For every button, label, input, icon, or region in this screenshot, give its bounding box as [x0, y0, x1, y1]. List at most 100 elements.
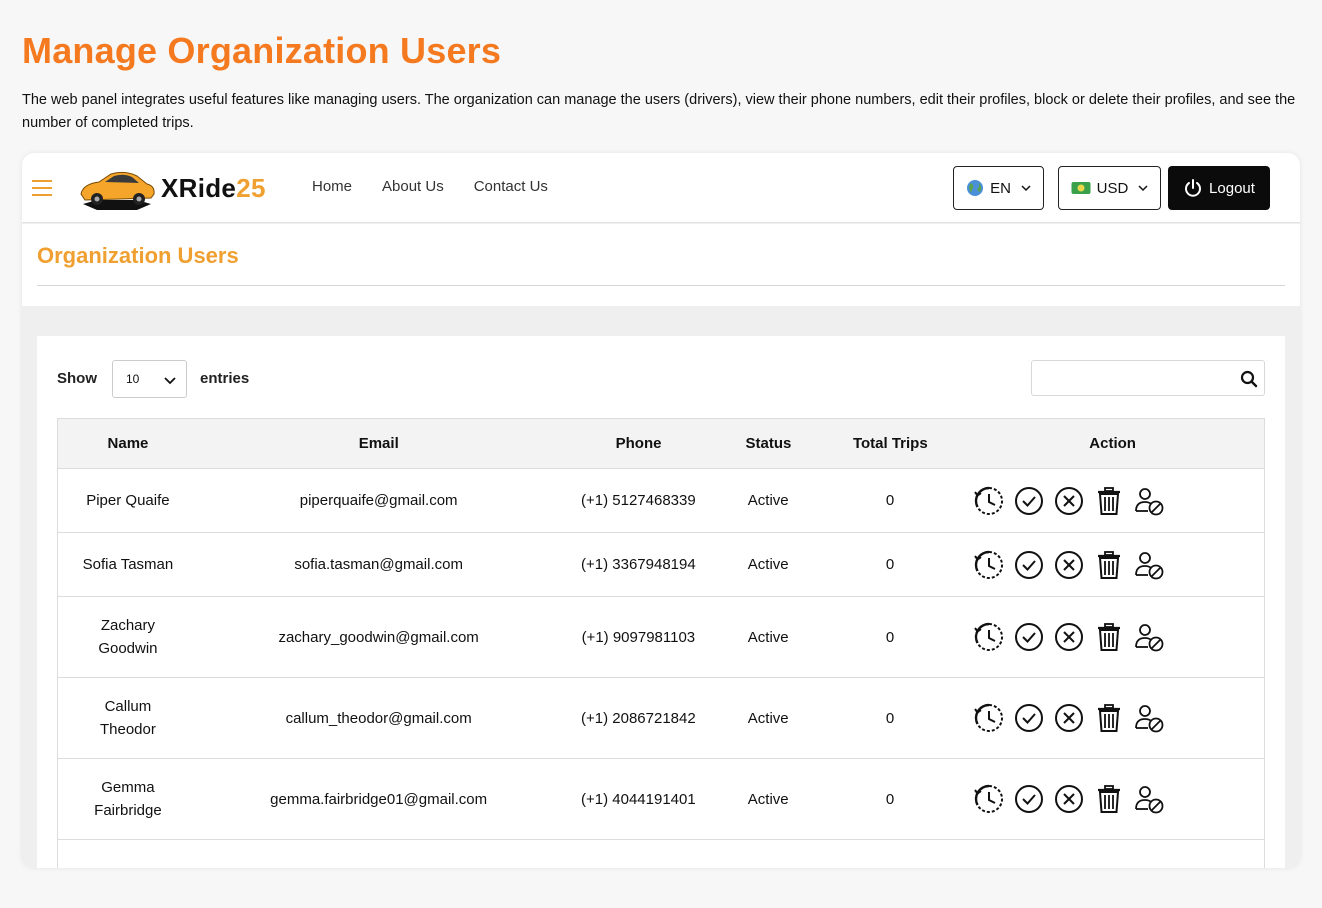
- cell-total-trips: 0: [819, 533, 961, 596]
- hamburger-menu-icon[interactable]: [32, 180, 52, 196]
- cell-status-text: Active: [747, 790, 789, 808]
- cell-status-text: Active: [747, 492, 789, 509]
- nav-link-home[interactable]: Home: [312, 178, 352, 195]
- cell-total-trips: 0: [819, 759, 961, 839]
- cell-email: sofia.tasman@gmail.com: [198, 533, 560, 596]
- cell-phone-text: (+1) 5127468339: [581, 492, 696, 509]
- block-user-icon[interactable]: [1133, 783, 1165, 815]
- nav-link-about[interactable]: About Us: [382, 178, 444, 195]
- delete-icon[interactable]: [1093, 702, 1125, 734]
- history-icon[interactable]: [973, 621, 1005, 653]
- logout-button[interactable]: Logout: [1168, 166, 1270, 210]
- cell-status: Active: [717, 533, 819, 596]
- cell-phone: (+1) 2086721842: [559, 678, 717, 758]
- cell-status: Active: [717, 759, 819, 839]
- page-title: Manage Organization Users: [22, 30, 502, 71]
- history-icon[interactable]: [973, 702, 1005, 734]
- action-buttons: [961, 549, 1264, 581]
- cell-name: Zachary Goodwin: [58, 597, 198, 677]
- cell-status-text: Active: [747, 556, 789, 573]
- cell-total-trips: 0: [819, 597, 961, 677]
- cell-email: callum_theodor@gmail.com: [198, 678, 560, 758]
- cell-name-text: Sofia Tasman: [82, 556, 174, 573]
- header-email[interactable]: Email: [198, 419, 560, 468]
- block-user-icon[interactable]: [1133, 485, 1165, 517]
- reject-icon[interactable]: [1053, 621, 1085, 653]
- cell-email-text: zachary_goodwin@gmail.com: [278, 628, 479, 646]
- delete-icon[interactable]: [1093, 621, 1125, 653]
- cell-total-trips-text: 0: [885, 556, 895, 573]
- nav-links: Home About Us Contact Us: [312, 178, 548, 195]
- currency-selector[interactable]: USD: [1058, 166, 1161, 210]
- block-user-icon[interactable]: [1133, 549, 1165, 581]
- power-icon: [1185, 179, 1202, 197]
- money-icon: [1071, 182, 1091, 194]
- cell-status: Active: [717, 678, 819, 758]
- cell-total-trips-text: 0: [885, 790, 895, 808]
- cell-status-text: Active: [747, 709, 789, 727]
- header-total-trips[interactable]: Total Trips: [819, 419, 961, 468]
- language-selector[interactable]: EN: [953, 166, 1044, 210]
- navbar: XRide25 Home About Us Contact Us EN USD: [22, 153, 1300, 223]
- cell-phone-text: (+1) 4044191401: [581, 790, 696, 808]
- search-icon[interactable]: [1240, 370, 1258, 388]
- cell-actions: [961, 533, 1264, 596]
- cell-total-trips-text: 0: [885, 492, 895, 509]
- approve-icon[interactable]: [1013, 485, 1045, 517]
- history-icon[interactable]: [973, 549, 1005, 581]
- reject-icon[interactable]: [1053, 549, 1085, 581]
- header-phone[interactable]: Phone: [560, 419, 718, 468]
- cell-status: Active: [717, 597, 819, 677]
- table-row: Zachary Goodwin zachary_goodwin@gmail.com…: [58, 597, 1264, 678]
- approve-icon[interactable]: [1013, 621, 1045, 653]
- approve-icon[interactable]: [1013, 783, 1045, 815]
- users-table: Name Email Phone Status Total Trips Acti…: [57, 418, 1265, 868]
- section-header: Organization Users: [22, 224, 1300, 306]
- brand-logo[interactable]: XRide25: [77, 163, 266, 213]
- reject-icon[interactable]: [1053, 702, 1085, 734]
- search-input[interactable]: [1032, 361, 1232, 395]
- header-status[interactable]: Status: [717, 419, 819, 468]
- header-name[interactable]: Name: [58, 419, 198, 468]
- nav-link-contact[interactable]: Contact Us: [474, 178, 548, 195]
- app-panel: XRide25 Home About Us Contact Us EN USD: [22, 153, 1300, 868]
- cell-total-trips-text: 0: [885, 709, 895, 727]
- globe-icon: [967, 180, 984, 196]
- reject-icon[interactable]: [1053, 485, 1085, 517]
- entries-select[interactable]: 10: [112, 360, 187, 398]
- approve-icon[interactable]: [1013, 549, 1045, 581]
- block-user-icon[interactable]: [1133, 702, 1165, 734]
- history-icon[interactable]: [973, 783, 1005, 815]
- cell-actions: [961, 678, 1264, 758]
- table-row: [58, 840, 1264, 868]
- table-row: Sofia Tasman sofia.tasman@gmail.com (+1) 3…: [58, 533, 1264, 597]
- cell-phone: (+1) 3367948194: [559, 533, 717, 596]
- page-description: The web panel integrates useful features…: [22, 92, 1296, 131]
- cell-name: Piper Quaife: [58, 469, 198, 532]
- entries-label: entries: [200, 370, 250, 387]
- action-buttons: [961, 783, 1264, 815]
- delete-icon[interactable]: [1093, 783, 1125, 815]
- cell-email: zachary_goodwin@gmail.com: [198, 597, 560, 677]
- history-icon[interactable]: [973, 485, 1005, 517]
- cell-email: piperquaife@gmail.com: [198, 469, 560, 532]
- delete-icon[interactable]: [1093, 549, 1125, 581]
- cell-phone-text: (+1) 3367948194: [581, 556, 696, 573]
- cell-status: Active: [717, 469, 819, 532]
- reject-icon[interactable]: [1053, 783, 1085, 815]
- cell-phone-text: (+1) 9097981103: [581, 628, 696, 646]
- approve-icon[interactable]: [1013, 702, 1045, 734]
- action-buttons: [961, 485, 1264, 517]
- cell-actions: [961, 469, 1264, 532]
- section-title: Organization Users: [37, 243, 239, 268]
- cell-total-trips: 0: [819, 678, 961, 758]
- action-buttons: [961, 702, 1264, 734]
- brand-name: XRide25: [161, 172, 266, 203]
- table-header: Name Email Phone Status Total Trips Acti…: [58, 419, 1264, 469]
- cell-name-text: Zachary Goodwin: [98, 617, 158, 657]
- block-user-icon[interactable]: [1133, 621, 1165, 653]
- cell-email-text: sofia.tasman@gmail.com: [294, 556, 463, 573]
- cell-name: Callum Theodor: [58, 678, 198, 758]
- cell-actions: [961, 597, 1264, 677]
- delete-icon[interactable]: [1093, 485, 1125, 517]
